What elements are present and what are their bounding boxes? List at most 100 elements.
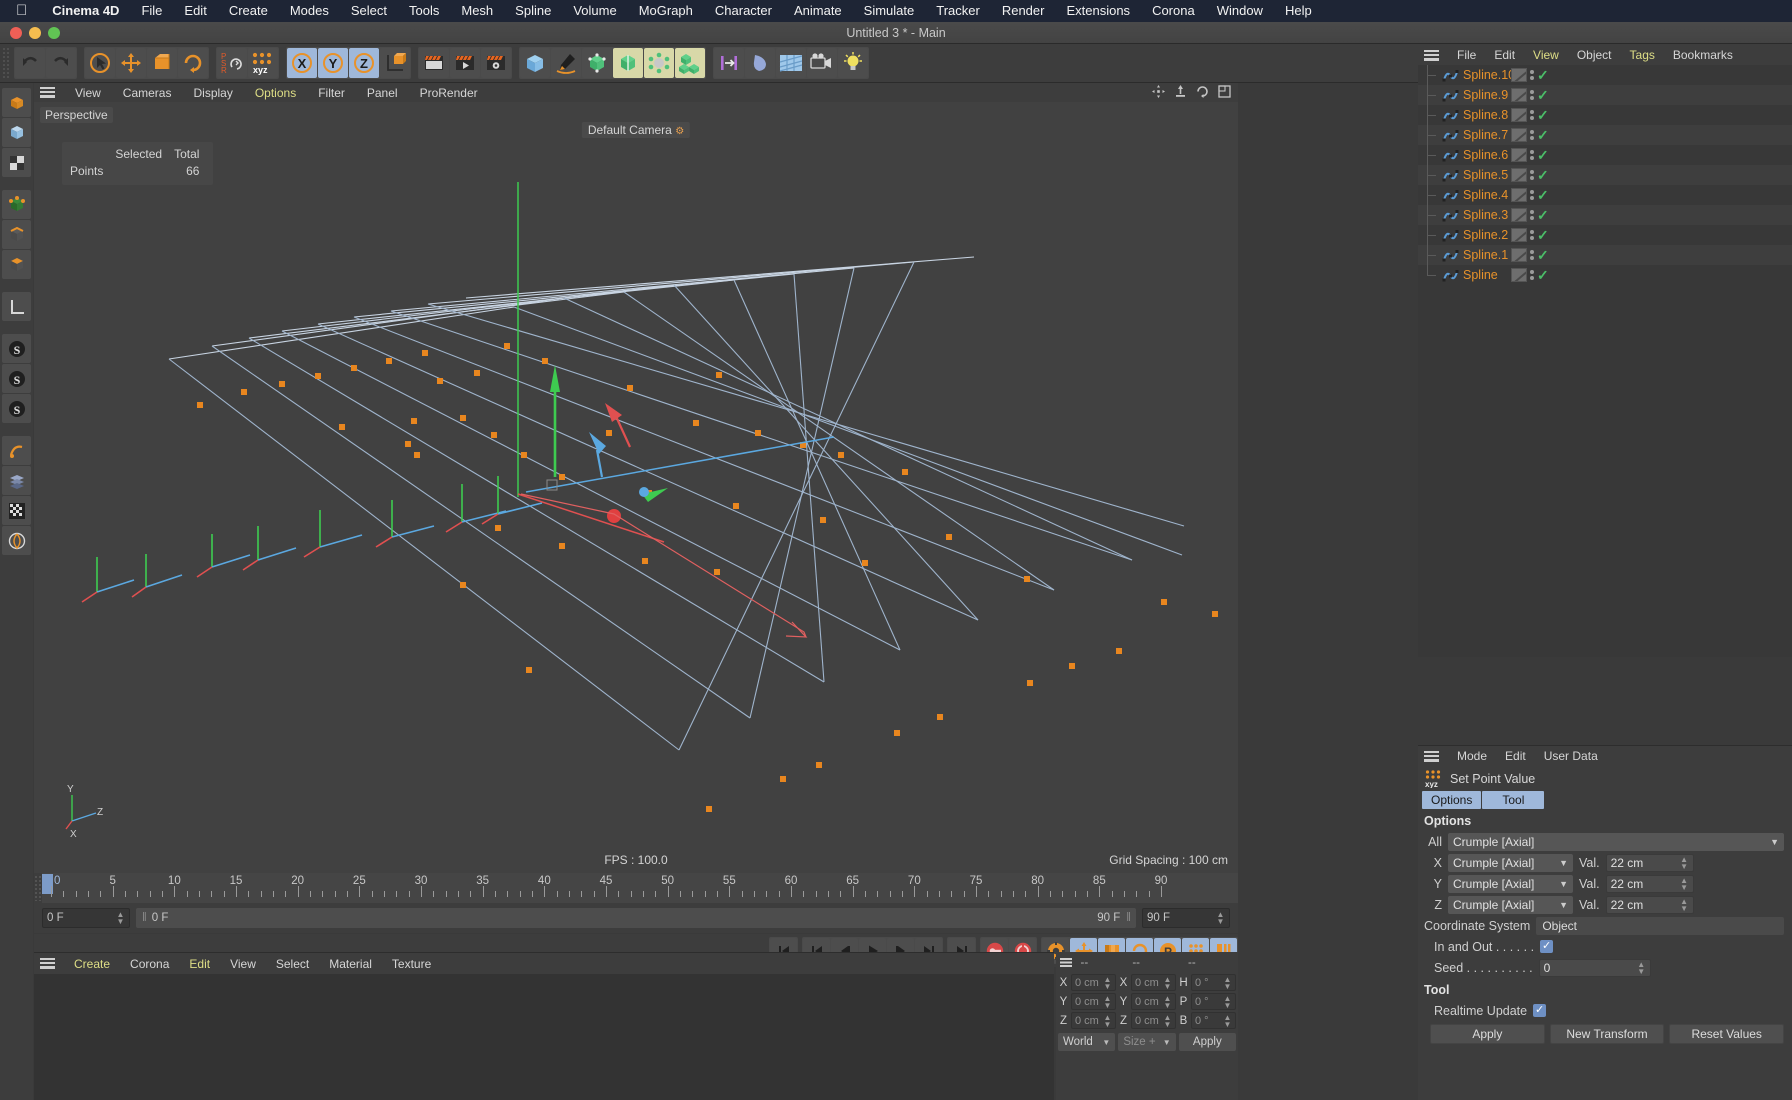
model-mode-icon[interactable]	[2, 118, 31, 147]
display-tag-icon[interactable]	[1511, 248, 1527, 262]
material-menu-texture[interactable]: Texture	[382, 957, 441, 971]
option-x-val-stepper[interactable]: ▲ ▼	[1680, 855, 1689, 870]
material-menu-corona[interactable]: Corona	[120, 957, 179, 971]
viewport-menu-view[interactable]: View	[64, 86, 112, 100]
visibility-dots-icon[interactable]	[1530, 90, 1534, 100]
menu-simulate[interactable]: Simulate	[853, 0, 926, 22]
texture-mode-icon[interactable]	[2, 148, 31, 177]
coordinate-stepper[interactable]: ▲ ▼	[1163, 994, 1172, 1009]
display-tag-icon[interactable]	[1511, 208, 1527, 222]
material-menu-create[interactable]: Create	[64, 957, 120, 971]
axis-mode-icon[interactable]	[2, 292, 31, 321]
display-tag-icon[interactable]	[1511, 68, 1527, 82]
display-tag-icon[interactable]	[1511, 168, 1527, 182]
attribute-menu-userdata[interactable]: User Data	[1535, 749, 1607, 763]
object-menu-object[interactable]: Object	[1568, 48, 1621, 62]
timeline-ruler[interactable]: 0 5 10 15 20 25 30 35 40 45 50 55 60 65 70 75 80 85 90	[34, 873, 1238, 903]
visibility-dots-icon[interactable]	[1530, 110, 1534, 120]
tab-options[interactable]: Options	[1422, 791, 1482, 809]
material-menu-select[interactable]: Select	[266, 957, 319, 971]
menu-tools[interactable]: Tools	[398, 0, 450, 22]
deformer-icon[interactable]	[613, 48, 643, 78]
current-frame-stepper[interactable]: ▲ ▼	[116, 911, 125, 926]
object-row[interactable]: Spline.4 ✓	[1418, 185, 1792, 205]
object-menu-view[interactable]: View	[1524, 48, 1568, 62]
interaction-tag-icon[interactable]	[714, 48, 744, 78]
object-row[interactable]: Spline.5 ✓	[1418, 165, 1792, 185]
rotate-view-icon[interactable]	[1195, 84, 1210, 104]
material-hamburger-icon[interactable]	[40, 958, 55, 969]
display-tag-icon[interactable]	[1511, 148, 1527, 162]
world-object-axis-icon[interactable]	[380, 48, 410, 78]
move-tool-icon[interactable]	[116, 48, 146, 78]
noise-pattern-icon[interactable]	[2, 496, 31, 525]
enable-snap-icon[interactable]: S	[2, 334, 31, 363]
viewport-hamburger-icon[interactable]	[40, 87, 55, 98]
coordinate-stepper[interactable]: ▲ ▼	[1103, 994, 1112, 1009]
visibility-dots-icon[interactable]	[1530, 190, 1534, 200]
coordinate-stepper[interactable]: ▲ ▼	[1103, 975, 1112, 990]
viewport-menu-filter[interactable]: Filter	[307, 86, 356, 100]
light-object-icon[interactable]	[838, 48, 868, 78]
render-settings-icon[interactable]	[481, 48, 511, 78]
volume-builder-icon[interactable]	[2, 526, 31, 555]
realtime-update-checkbox[interactable]: ✓	[1533, 1004, 1547, 1017]
menu-corona[interactable]: Corona	[1141, 0, 1206, 22]
coordinates-apply-button[interactable]: Apply	[1178, 1033, 1236, 1051]
coordinate-mode-select[interactable]: Size + ▼	[1118, 1033, 1176, 1051]
attribute-menu-edit[interactable]: Edit	[1496, 749, 1535, 763]
menu-extensions[interactable]: Extensions	[1055, 0, 1141, 22]
menu-spline[interactable]: Spline	[504, 0, 562, 22]
attribute-hamburger-icon[interactable]	[1424, 750, 1439, 762]
coordinate-field[interactable]: 0 cm ▲ ▼	[1071, 993, 1116, 1010]
redo-icon[interactable]	[46, 48, 76, 78]
object-menu-bookmarks[interactable]: Bookmarks	[1664, 48, 1742, 62]
object-row[interactable]: Spline.10 ✓	[1418, 65, 1792, 85]
menu-file[interactable]: File	[130, 0, 173, 22]
option-y-val-stepper[interactable]: ▲ ▼	[1680, 876, 1689, 891]
seed-field[interactable]: 0 ▲ ▼	[1538, 958, 1651, 977]
timeline-grip[interactable]	[34, 875, 41, 901]
option-y-val-field[interactable]: 22 cm ▲ ▼	[1605, 874, 1694, 893]
coordinate-stepper[interactable]: ▲ ▼	[1163, 975, 1172, 990]
enabled-check-icon[interactable]: ✓	[1537, 188, 1549, 202]
object-row[interactable]: Spline.8 ✓	[1418, 105, 1792, 125]
workplane-icon[interactable]	[2, 436, 31, 465]
menu-volume[interactable]: Volume	[562, 0, 627, 22]
preview-range-handle-right[interactable]: ‖	[1126, 912, 1136, 924]
visibility-dots-icon[interactable]	[1530, 250, 1534, 260]
object-row[interactable]: Spline.9 ✓	[1418, 85, 1792, 105]
primitive-cube-icon[interactable]	[520, 48, 550, 78]
option-z-select[interactable]: Crumple [Axial] ▼	[1448, 895, 1573, 914]
effector-icon[interactable]	[644, 48, 674, 78]
object-row[interactable]: Spline.7 ✓	[1418, 125, 1792, 145]
toolbar-grip[interactable]	[2, 47, 11, 79]
coordinate-field[interactable]: 0 ° ▲ ▼	[1191, 974, 1236, 991]
menu-help[interactable]: Help	[1274, 0, 1323, 22]
enabled-check-icon[interactable]: ✓	[1537, 268, 1549, 282]
display-tag-icon[interactable]	[1511, 88, 1527, 102]
visibility-dots-icon[interactable]	[1530, 270, 1534, 280]
viewport-menu-cameras[interactable]: Cameras	[112, 86, 183, 100]
object-row[interactable]: Spline.1 ✓	[1418, 245, 1792, 265]
seed-stepper[interactable]: ▲ ▼	[1637, 960, 1646, 975]
visibility-dots-icon[interactable]	[1530, 70, 1534, 80]
object-list[interactable]: Spline.10 ✓ Spline.9 ✓ Spline.8 ✓ Spline.7 ✓ Spl…	[1418, 65, 1792, 657]
enabled-check-icon[interactable]: ✓	[1537, 148, 1549, 162]
coordinate-stepper[interactable]: ▲ ▼	[1223, 1013, 1232, 1028]
coordinate-stepper[interactable]: ▲ ▼	[1163, 1013, 1172, 1028]
option-z-val-field[interactable]: 22 cm ▲ ▼	[1605, 895, 1694, 914]
display-tag-icon[interactable]	[1511, 268, 1527, 282]
coordinate-system-field[interactable]: Object	[1536, 916, 1784, 935]
layers-icon[interactable]	[2, 466, 31, 495]
viewport-menu-display[interactable]: Display	[182, 86, 243, 100]
menu-render[interactable]: Render	[991, 0, 1056, 22]
nurbs-generator-icon[interactable]	[582, 48, 612, 78]
coordinate-stepper[interactable]: ▲ ▼	[1103, 1013, 1112, 1028]
coordinate-xyz-icon[interactable]: xyz	[248, 48, 278, 78]
coordinate-field[interactable]: 0 cm ▲ ▼	[1131, 974, 1176, 991]
mograph-cloner-icon[interactable]	[675, 48, 705, 78]
coordinate-stepper[interactable]: ▲ ▼	[1223, 975, 1232, 990]
coordinate-system-select[interactable]: World ▼	[1058, 1033, 1116, 1051]
option-all-select[interactable]: Crumple [Axial] ▼	[1448, 832, 1784, 851]
